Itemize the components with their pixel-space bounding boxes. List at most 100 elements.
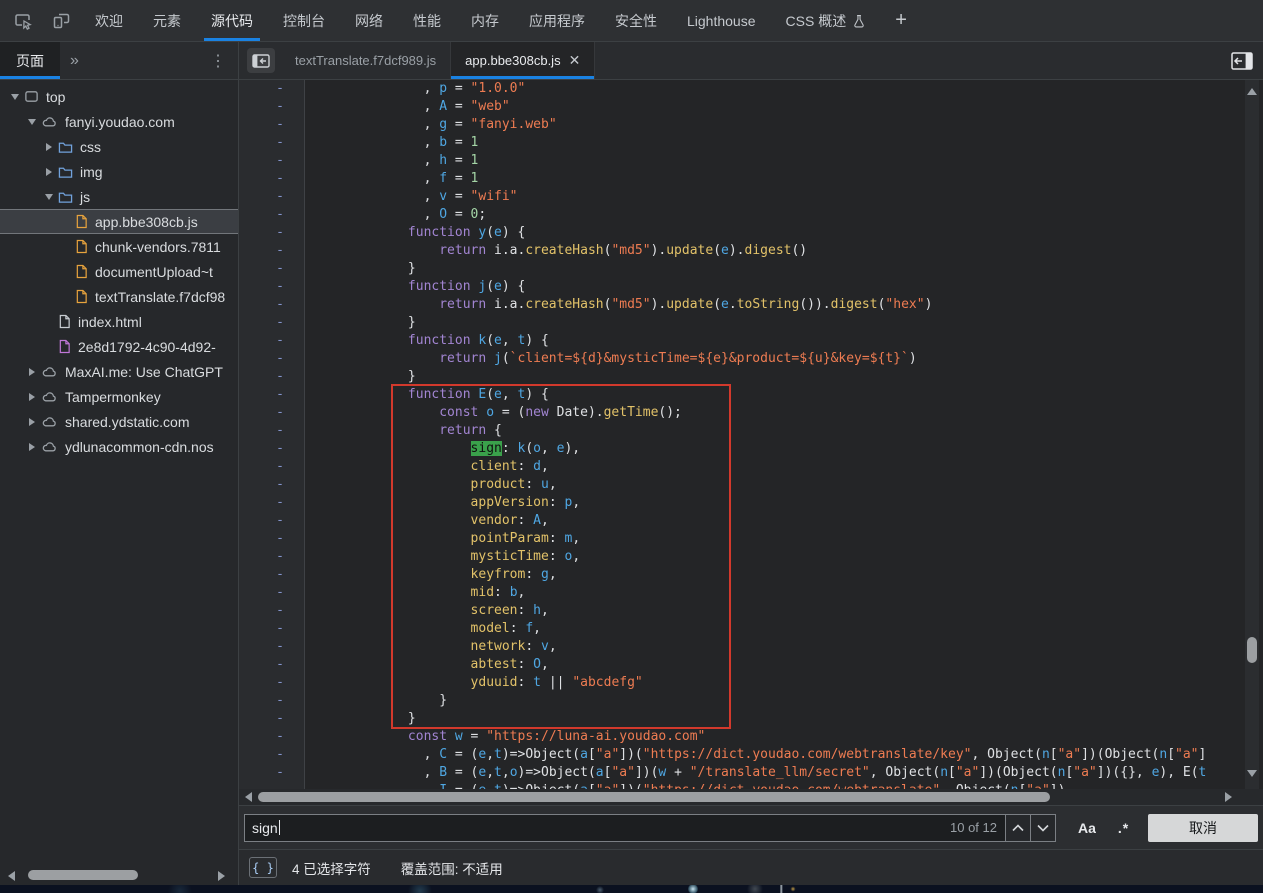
scroll-up-icon[interactable]: [1247, 88, 1257, 95]
code-line-39: , B = (e,t,o)=>Object(a["a"])(w + "/tran…: [306, 764, 1245, 782]
close-tab-icon[interactable]: ✕: [569, 52, 581, 69]
code-line-38: , C = (e,t)=>Object(a["a"])("https://dic…: [306, 746, 1245, 764]
devtools-tab-bar: 欢迎元素源代码控制台网络性能内存应用程序安全性LighthouseCSS 概述 …: [0, 0, 1263, 42]
tree-item-app.bbe308cb.js[interactable]: app.bbe308cb.js: [0, 209, 238, 234]
tab-page[interactable]: 页面: [0, 42, 60, 79]
main-tab-list: 欢迎元素源代码控制台网络性能内存应用程序安全性LighthouseCSS 概述: [80, 0, 881, 41]
tree-item-label: shared.ydstatic.com: [65, 414, 190, 430]
code-line-3: , g = "fanyi.web": [306, 116, 1245, 134]
navigator-menu-icon[interactable]: ⋮: [198, 42, 238, 79]
search-input[interactable]: sign: [245, 815, 950, 841]
main-tab-0[interactable]: 欢迎: [80, 0, 138, 41]
tree-item-index.html[interactable]: index.html: [0, 309, 238, 334]
match-case-button[interactable]: Aa: [1078, 820, 1096, 836]
cloud-icon: [41, 414, 58, 429]
editor-tab-0[interactable]: textTranslate.f7dcf989.js: [281, 42, 451, 79]
file-html-icon: [58, 314, 71, 329]
main-tab-1[interactable]: 元素: [138, 0, 196, 41]
next-match-icon[interactable]: [1030, 815, 1055, 841]
tree-down-arrow-icon[interactable]: [42, 194, 56, 200]
code-line-27: mysticTime: o,: [306, 548, 1245, 566]
show-debugger-sidebar-icon[interactable]: [1231, 52, 1253, 70]
file-js-icon: [75, 264, 88, 279]
tree-right-arrow-icon[interactable]: [42, 143, 56, 151]
overflow-tabs-icon[interactable]: »: [60, 42, 89, 79]
code-line-31: model: f,: [306, 620, 1245, 638]
main-tab-8[interactable]: 安全性: [600, 0, 672, 41]
horizontal-scrollbar[interactable]: [239, 789, 1263, 805]
scroll-left-icon[interactable]: [245, 792, 252, 802]
main-tab-7[interactable]: 应用程序: [514, 0, 600, 41]
code-line-36: }: [306, 710, 1245, 728]
vertical-scrollbar-thumb[interactable]: [1247, 637, 1257, 663]
scroll-left-icon[interactable]: [8, 871, 15, 881]
main-tab-5[interactable]: 性能: [398, 0, 456, 41]
tree-right-arrow-icon[interactable]: [42, 168, 56, 176]
pretty-print-button[interactable]: { }: [249, 857, 277, 878]
regex-button[interactable]: .*: [1118, 820, 1129, 836]
device-toolbar-icon[interactable]: [42, 0, 80, 41]
tree-item-2e8d1792-4c90-4d92-[interactable]: 2e8d1792-4c90-4d92-: [0, 334, 238, 359]
tree-item-tampermonkey[interactable]: Tampermonkey: [0, 384, 238, 409]
frame-icon: [24, 89, 39, 104]
match-count: 10 of 12: [950, 815, 1005, 841]
tree-right-arrow-icon[interactable]: [25, 418, 39, 426]
tree-right-arrow-icon[interactable]: [25, 393, 39, 401]
tree-item-label: img: [80, 164, 103, 180]
tree-item-css[interactable]: css: [0, 134, 238, 159]
tree-item-maxai.me-use-chatgpt[interactable]: MaxAI.me: Use ChatGPT: [0, 359, 238, 384]
file-hash-icon: [58, 339, 71, 354]
inspect-element-icon[interactable]: [4, 0, 42, 41]
tree-item-documentupload-t[interactable]: documentUpload~t: [0, 259, 238, 284]
tree-down-arrow-icon[interactable]: [8, 94, 22, 100]
find-bar: sign 10 of 12 Aa .* 取消: [239, 805, 1263, 849]
tree-item-label: Tampermonkey: [65, 389, 161, 405]
code-line-24: appVersion: p,: [306, 494, 1245, 512]
tree-item-ydlunacommon-cdn.nos[interactable]: ydlunacommon-cdn.nos: [0, 434, 238, 459]
tree-down-arrow-icon[interactable]: [25, 119, 39, 125]
code-line-4: , b = 1: [306, 134, 1245, 152]
tree-item-fanyi.youdao.com[interactable]: fanyi.youdao.com: [0, 109, 238, 134]
tree-item-js[interactable]: js: [0, 184, 238, 209]
main-tab-3[interactable]: 控制台: [268, 0, 340, 41]
tree-item-label: js: [80, 189, 90, 205]
code-line-15: function k(e, t) {: [306, 332, 1245, 350]
editor-status-bar: { } 4 已选择字符 覆盖范围: 不适用: [239, 849, 1263, 885]
code-line-40: , I = (e,t)=>Object(a["a"])("https://dic…: [306, 782, 1245, 789]
navigator-horizontal-scrollbar[interactable]: [0, 867, 238, 883]
code-line-19: const o = (new Date).getTime();: [306, 404, 1245, 422]
tree-right-arrow-icon[interactable]: [25, 368, 39, 376]
line-number-gutter: ----------------------------------------: [239, 80, 305, 789]
tree-item-chunk-vendors.7811[interactable]: chunk-vendors.7811: [0, 234, 238, 259]
scroll-right-icon[interactable]: [1225, 792, 1232, 802]
main-tab-2[interactable]: 源代码: [196, 0, 268, 41]
previous-match-icon[interactable]: [1005, 815, 1030, 841]
tree-item-shared.ydstatic.com[interactable]: shared.ydstatic.com: [0, 409, 238, 434]
main-tab-4[interactable]: 网络: [340, 0, 398, 41]
main-tab-10[interactable]: CSS 概述: [771, 0, 882, 41]
code-line-12: function j(e) {: [306, 278, 1245, 296]
scroll-right-icon[interactable]: [218, 871, 225, 881]
tree-item-img[interactable]: img: [0, 159, 238, 184]
code-line-14: }: [306, 314, 1245, 332]
tree-item-top[interactable]: top: [0, 84, 238, 109]
tree-right-arrow-icon[interactable]: [25, 443, 39, 451]
more-tools-button[interactable]: +: [881, 0, 921, 41]
hide-navigator-icon[interactable]: [247, 48, 275, 73]
editor-tab-1[interactable]: app.bbe308cb.js✕: [451, 42, 595, 79]
search-input-group: sign 10 of 12: [244, 814, 1056, 842]
cancel-button[interactable]: 取消: [1148, 814, 1258, 842]
main-tab-9[interactable]: Lighthouse: [672, 0, 771, 41]
file-js-icon: [75, 239, 88, 254]
scrollbar-thumb[interactable]: [28, 870, 138, 880]
code-editor[interactable]: ----------------------------------------…: [239, 80, 1263, 789]
scroll-down-icon[interactable]: [1247, 770, 1257, 777]
horizontal-scrollbar-thumb[interactable]: [258, 792, 1050, 802]
main-tab-6[interactable]: 内存: [456, 0, 514, 41]
cloud-icon: [41, 114, 58, 129]
tree-item-texttranslate.f7dcf98[interactable]: textTranslate.f7dcf98: [0, 284, 238, 309]
editor-tabs: textTranslate.f7dcf989.jsapp.bbe308cb.js…: [281, 42, 595, 79]
vertical-scrollbar[interactable]: [1245, 80, 1259, 789]
code-line-9: function y(e) {: [306, 224, 1245, 242]
folder-icon: [58, 140, 73, 154]
